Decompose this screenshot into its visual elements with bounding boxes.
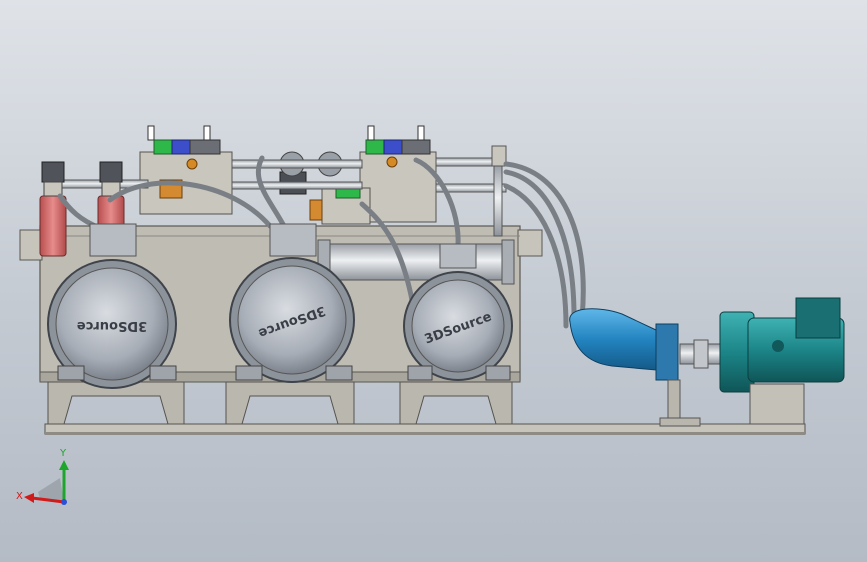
valve-manifold-left	[139, 125, 233, 215]
shaft-coupling	[679, 339, 723, 369]
motor-1-brand-label: 3DSource	[77, 318, 148, 333]
hydraulic-station-model: 3DSource 3DSource 3DSource Y X	[16, 125, 845, 505]
triad-z-axis	[61, 499, 67, 505]
triad-x-arrowhead	[24, 493, 34, 503]
triad-y-label: Y	[59, 448, 67, 459]
cad-viewport[interactable]: 3DSource 3DSource 3DSource Y X	[0, 0, 867, 562]
triad-x-label: X	[16, 491, 23, 502]
drive-motor	[719, 297, 845, 425]
hydraulic-pump	[569, 308, 701, 427]
triad-y-arrowhead	[59, 460, 69, 470]
coordinate-triad: Y X	[16, 448, 69, 505]
valve-manifold-right	[359, 125, 437, 223]
oil-cooler	[317, 239, 515, 285]
